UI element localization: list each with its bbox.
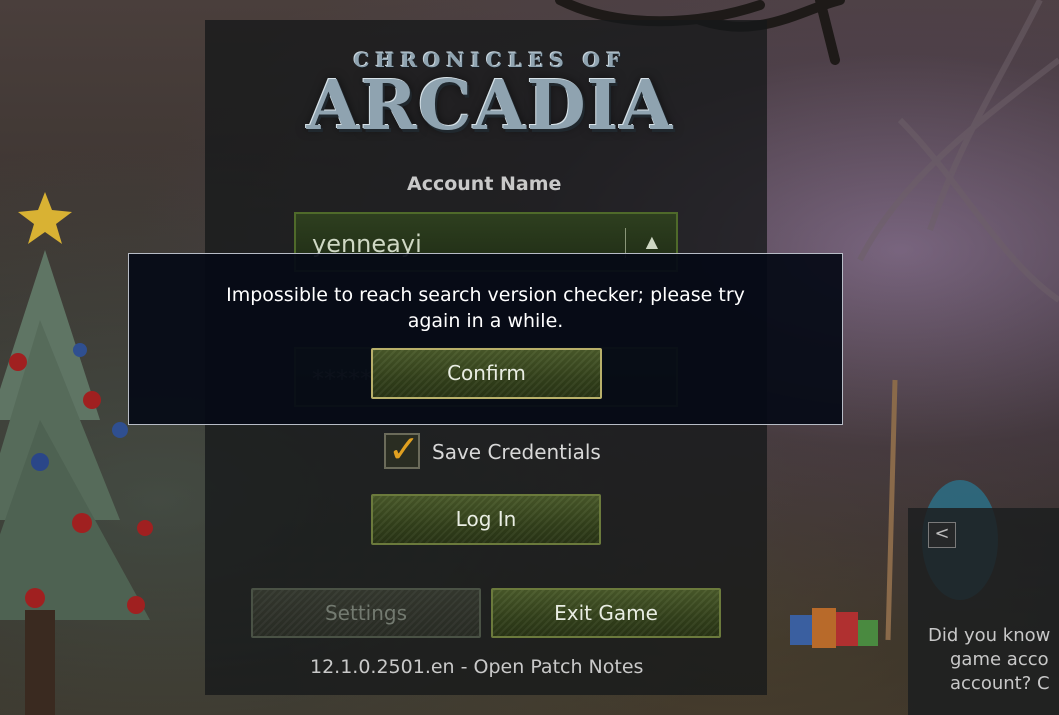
game-logo: CHRONICLES OF ARCADIA — [290, 44, 690, 164]
tip-line-1: Did you know — [928, 625, 1051, 646]
dropdown-arrow-icon[interactable]: ▲ — [646, 232, 658, 251]
exit-game-button[interactable]: Exit Game — [491, 588, 721, 638]
settings-button[interactable]: Settings — [251, 588, 481, 638]
error-message-line-1: Impossible to reach search version check… — [226, 284, 745, 306]
version-patch-notes-link[interactable]: 12.1.0.2501.en - Open Patch Notes — [310, 656, 643, 678]
confirm-button[interactable]: Confirm — [371, 348, 602, 399]
gift-boxes-decoration — [790, 608, 878, 648]
save-credentials-label: Save Credentials — [432, 440, 601, 464]
staff-decoration — [885, 379, 898, 641]
tip-text: Did you know game acco account? C — [928, 624, 1059, 696]
save-credentials-checkbox[interactable]: ✓ — [384, 427, 420, 471]
tip-line-3: account? C — [950, 673, 1050, 694]
tip-line-2: game acco — [950, 649, 1049, 670]
error-message-line-2: again in a while. — [407, 310, 564, 332]
tip-previous-button[interactable]: < — [928, 522, 956, 548]
error-message: Impossible to reach search version check… — [169, 282, 802, 334]
error-dialog: Impossible to reach search version check… — [128, 253, 843, 425]
account-name-label: Account Name — [407, 173, 562, 195]
logo-title: ARCADIA — [306, 66, 674, 146]
checkmark-icon: ✓ — [388, 427, 420, 471]
login-button[interactable]: Log In — [371, 494, 601, 545]
